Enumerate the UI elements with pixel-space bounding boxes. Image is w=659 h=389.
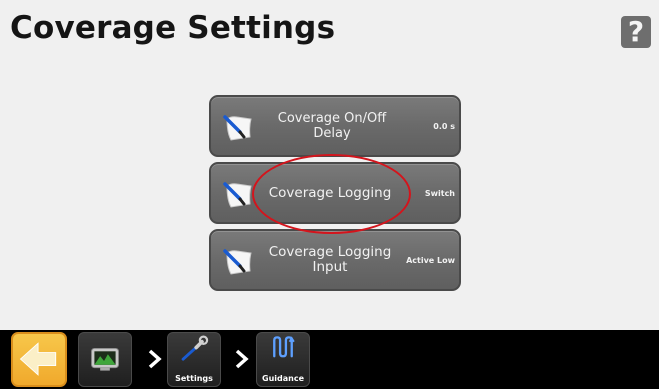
setting-label: Coverage Logging Input	[268, 244, 392, 275]
setting-value: 0.0 s	[433, 121, 455, 131]
guidance-tile[interactable]: Guidance	[256, 332, 310, 387]
chevron-right-icon	[235, 349, 249, 369]
wrench-icon	[181, 335, 209, 361]
setting-label: Coverage On/Off Delay	[277, 111, 387, 141]
bottom-nav-bar: Settings Guidance	[0, 330, 659, 389]
monitor-icon	[91, 347, 119, 371]
coverage-on-off-delay-button[interactable]: Coverage On/Off Delay 0.0 s	[209, 95, 461, 157]
coverage-logging-input-button[interactable]: Coverage Logging Input Active Low	[209, 229, 461, 291]
setting-value: Switch	[424, 188, 455, 198]
coverage-logging-button[interactable]: Coverage Logging Switch	[209, 162, 461, 224]
edit-icon	[223, 115, 252, 141]
chevron-right-icon	[148, 349, 162, 369]
arrow-left-icon	[19, 342, 57, 376]
settings-tile[interactable]: Settings	[167, 332, 221, 387]
edit-icon	[223, 182, 252, 208]
tile-label: Settings	[175, 374, 213, 383]
setting-label: Coverage Logging	[268, 184, 392, 201]
back-button[interactable]	[11, 332, 67, 387]
home-tile[interactable]	[78, 332, 132, 387]
tile-label: Guidance	[262, 374, 304, 383]
edit-icon	[223, 249, 252, 275]
settings-panel: Coverage On/Off Delay 0.0 s Coverage Log…	[0, 0, 659, 330]
setting-value: Active Low	[406, 255, 455, 265]
guidance-pattern-icon	[273, 336, 295, 358]
